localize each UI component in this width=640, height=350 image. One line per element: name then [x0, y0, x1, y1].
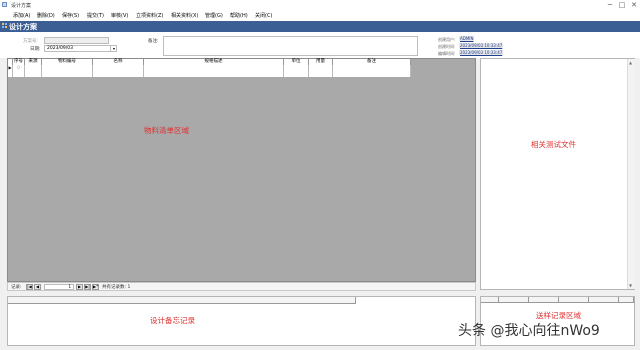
new-record-button[interactable]: ▶* [92, 284, 99, 290]
creator-value: ADMIN [459, 36, 475, 41]
scroll-down-icon[interactable]: ▼ [629, 283, 632, 288]
scroll-up-icon[interactable]: ▲ [629, 60, 632, 65]
sample-column-header[interactable] [559, 297, 589, 303]
menu-review[interactable]: 审核(V) [111, 12, 128, 19]
remark-field[interactable] [163, 36, 418, 56]
total-records-label: 共有记录数: 1 [102, 285, 131, 290]
menu-submit[interactable]: 提交(T) [87, 12, 104, 19]
source-cell[interactable] [25, 65, 42, 77]
next-record-button[interactable]: ▶ [76, 284, 83, 290]
related-files-caption: 相关测试文件 [531, 140, 576, 149]
watermark: 头条 @我心向往nWo9 [458, 323, 600, 339]
material-area-caption: 物料清单区域 [144, 126, 189, 135]
modified-value: 2023/09/03 10:33:47 [459, 50, 504, 55]
menu-save[interactable]: 保存(S) [62, 12, 79, 19]
created-value: 2023/09/03 10:33:47 [459, 43, 504, 48]
design-memo-panel: 设计备忘记录 [7, 296, 476, 346]
table-row[interactable]: ▶ 0 [8, 65, 411, 77]
memo-caption: 设计备忘记录 [150, 316, 195, 325]
close-window-button[interactable]: ✕ [628, 0, 640, 10]
sample-column-header[interactable] [499, 297, 529, 303]
menu-related-docs[interactable]: 相关资料(X) [171, 12, 198, 19]
related-test-files-panel: 相关测试文件 ▲ ▼ [480, 58, 635, 290]
record-label: 记录: [11, 285, 22, 290]
app-icon [2, 2, 7, 7]
date-field[interactable]: 2023/09/03 [44, 45, 117, 52]
window-title: 设计方案 [11, 3, 32, 9]
vertical-scrollbar[interactable]: ▲ ▼ [627, 59, 635, 289]
plan-no-field[interactable] [44, 37, 109, 44]
remark-cell[interactable] [333, 65, 411, 77]
menu-delete[interactable]: 删除(D) [37, 12, 55, 19]
prev-record-button[interactable]: ◀ [34, 284, 41, 290]
first-record-button[interactable]: |◀ [26, 284, 33, 290]
menu-project-docs[interactable]: 立项资料(Z) [136, 12, 163, 19]
form-area: 方案号: 日期: 2023/09/03 ▾ 备注: 创建用户: ADMIN 创建… [0, 32, 640, 58]
last-record-button[interactable]: ▶| [84, 284, 91, 290]
menu-add[interactable]: 添加(A) [13, 12, 30, 19]
sample-column-header[interactable] [619, 297, 634, 303]
row-number-cell[interactable]: 0 [13, 65, 25, 77]
creator-label: 创建用户: [438, 37, 456, 42]
spec-cell[interactable] [144, 65, 284, 77]
menu-close[interactable]: 关闭(C) [255, 12, 272, 19]
minimize-button[interactable]: ─ [604, 0, 616, 10]
remark-label: 备注: [148, 39, 159, 44]
modified-label: 编辑时间: [438, 51, 456, 56]
date-dropdown-icon[interactable]: ▾ [110, 46, 117, 51]
menu-manage[interactable]: 管理(G) [205, 12, 223, 19]
menu-help[interactable]: 帮助(H) [230, 12, 248, 19]
quantity-cell[interactable] [309, 65, 333, 77]
sample-column-header[interactable] [589, 297, 619, 303]
material-no-cell[interactable] [42, 65, 93, 77]
memo-header-strip [8, 297, 356, 304]
date-label: 日期: [30, 47, 41, 52]
form-icon [2, 23, 7, 28]
unit-cell[interactable] [284, 65, 309, 77]
sample-column-header[interactable] [529, 297, 559, 303]
created-label: 创建时间: [438, 44, 456, 49]
maximize-button[interactable]: □ [616, 0, 628, 10]
material-list-grid: 序号 来源 物料编号 名称 规格描述 单位 用量 备注 ▶ 0 物料清单区域 [7, 58, 476, 282]
record-navigation: 记录: |◀ ◀ 1 ▶ ▶| ▶* 共有记录数: 1 [7, 282, 476, 291]
plan-no-label: 方案号: [23, 39, 39, 44]
form-header: 设计方案 [0, 21, 640, 32]
form-title: 设计方案 [9, 23, 37, 31]
sample-column-header[interactable] [481, 297, 499, 303]
current-record-field[interactable]: 1 [44, 284, 74, 290]
name-cell[interactable] [93, 65, 144, 77]
